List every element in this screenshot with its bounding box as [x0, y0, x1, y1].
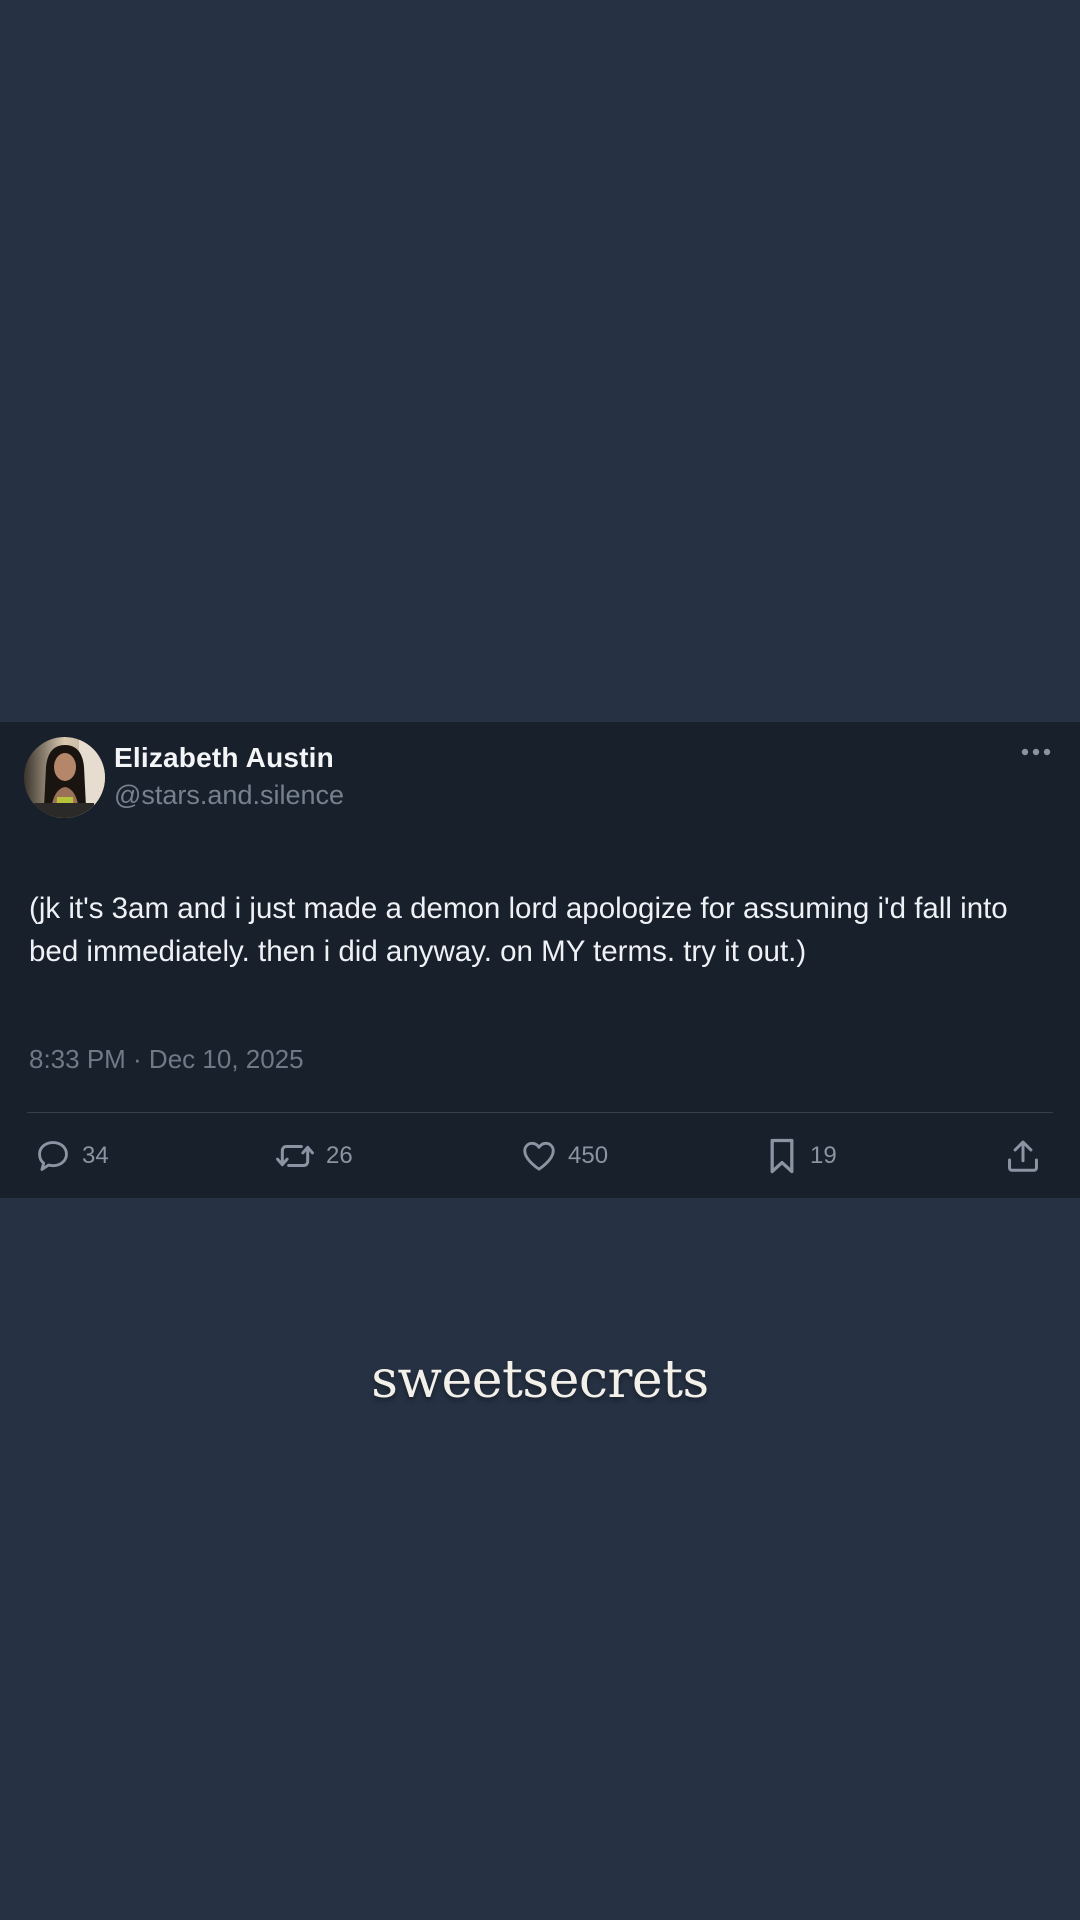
bookmark-count: 19 — [810, 1142, 837, 1169]
like-count: 450 — [568, 1142, 609, 1169]
bookmark-icon — [770, 1138, 794, 1174]
heart-icon — [523, 1141, 555, 1171]
more-options-button[interactable] — [1018, 742, 1054, 762]
post-timestamp[interactable]: 8:33 PM · Dec 10, 2025 — [29, 1044, 304, 1075]
user-handle[interactable]: @stars.and.silence — [114, 780, 344, 811]
share-icon — [1008, 1140, 1038, 1172]
avatar[interactable] — [24, 737, 105, 818]
post-text: (jk it's 3am and i just made a demon lor… — [29, 892, 1008, 968]
repost-button[interactable]: 26 — [274, 1136, 353, 1176]
repost-count: 26 — [326, 1142, 353, 1169]
reply-icon — [38, 1141, 68, 1171]
more-options-icon — [1021, 748, 1051, 756]
share-button[interactable] — [1004, 1136, 1042, 1176]
reply-button[interactable]: 34 — [34, 1136, 109, 1176]
reply-count: 34 — [82, 1142, 109, 1169]
page: { "post": { "author": { "display_name": … — [0, 0, 1080, 1920]
brand-wordmark: sweetsecrets — [371, 1350, 709, 1410]
divider — [27, 1112, 1053, 1113]
repost-icon — [276, 1144, 314, 1168]
user-avatar-icon — [24, 737, 105, 818]
like-button[interactable]: 450 — [520, 1136, 608, 1176]
bookmark-button[interactable]: 19 — [764, 1136, 837, 1176]
post-card: Elizabeth Austin @stars.and.silence (jk … — [0, 722, 1080, 1198]
display-name[interactable]: Elizabeth Austin — [114, 742, 334, 774]
